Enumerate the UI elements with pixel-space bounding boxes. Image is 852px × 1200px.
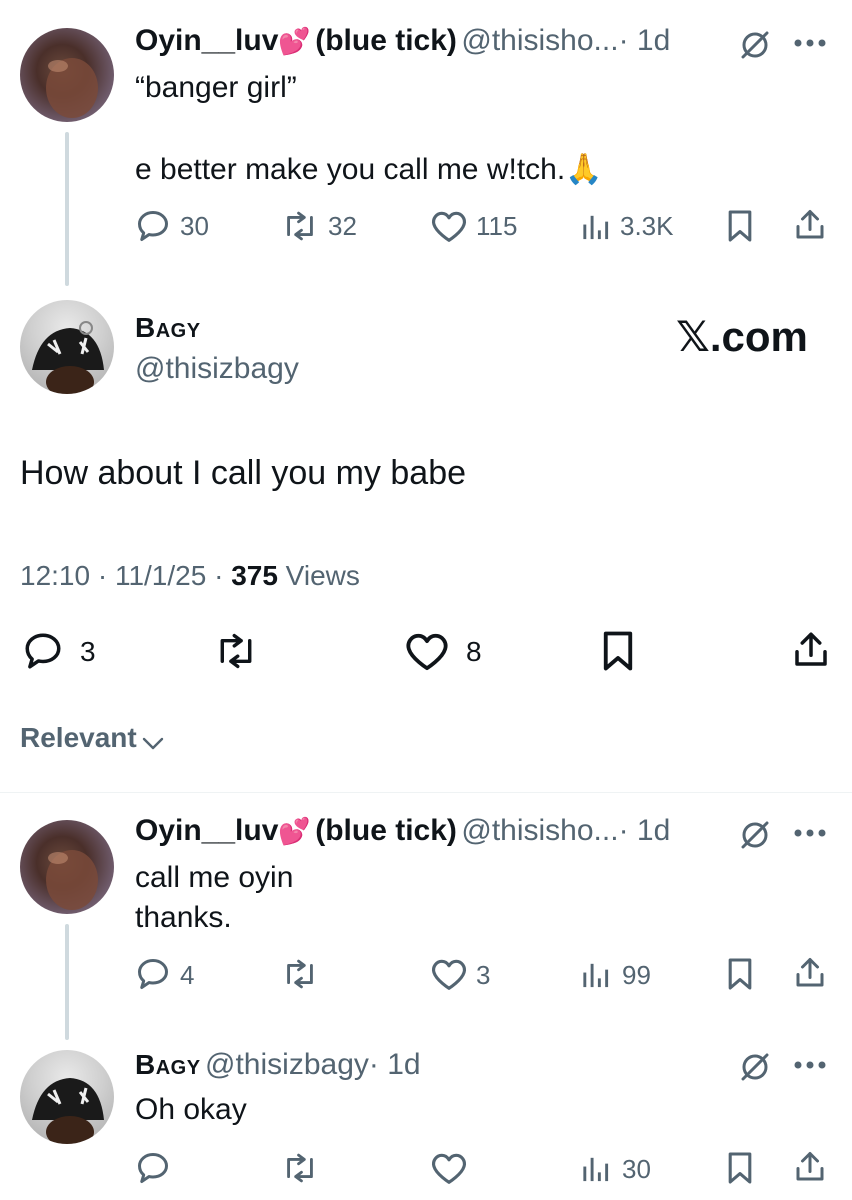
sort-dropdown[interactable]: Relevant: [20, 722, 165, 754]
view-count: 3.3K: [620, 211, 674, 241]
views-bar-icon[interactable]: [580, 210, 610, 242]
author-name[interactable]: Oyin__luv: [135, 814, 278, 847]
tweet-text: Oh okay: [135, 1093, 247, 1126]
share-icon[interactable]: [790, 628, 832, 672]
reply-icon[interactable]: [135, 208, 171, 244]
share-icon[interactable]: [792, 1148, 828, 1186]
author-name[interactable]: Bagy: [135, 312, 201, 344]
view-count: 99: [622, 960, 651, 990]
heart-emoji-icon: 💕: [278, 816, 311, 846]
tweet-time[interactable]: · 1d: [619, 24, 671, 57]
grok-icon[interactable]: [738, 28, 772, 62]
bookmark-icon[interactable]: [726, 956, 754, 992]
views-count: 375: [231, 560, 278, 591]
tweet-text-line-2: thanks.: [135, 901, 232, 934]
tweet-header: Oyin__luv💕 (blue tick) @thisisho...· 1d: [135, 814, 670, 854]
tweet-time[interactable]: · 1d: [619, 814, 671, 847]
reply-icon[interactable]: [20, 630, 66, 672]
like-heart-icon[interactable]: [430, 1150, 468, 1186]
like-heart-icon[interactable]: [404, 630, 450, 672]
author-handle[interactable]: @thisizbagy: [135, 352, 299, 386]
tweet-text: e better make you call me w!tch.: [135, 153, 566, 186]
retweet-icon[interactable]: [280, 956, 320, 992]
share-icon[interactable]: [792, 954, 828, 992]
tweet-header: Bagy @thisizbagy· 1d: [135, 1048, 421, 1082]
heart-emoji-icon: 💕: [278, 26, 311, 56]
like-heart-icon[interactable]: [430, 956, 468, 992]
author-name[interactable]: Oyin__luv: [135, 24, 278, 57]
sort-label: Relevant: [20, 722, 137, 753]
more-dots-icon[interactable]: [793, 828, 827, 838]
reply-count: 30: [180, 211, 209, 241]
views-label: Views: [277, 560, 360, 591]
avatar[interactable]: [20, 28, 114, 122]
author-name-suffix[interactable]: (blue tick): [315, 814, 457, 847]
author-handle[interactable]: @thisisho...: [461, 24, 618, 57]
tweet-timestamp: 12:10 · 11/1/25 · 375 Views: [20, 560, 360, 592]
grok-icon[interactable]: [738, 1050, 772, 1084]
timestamp-text[interactable]: 12:10 · 11/1/25 ·: [20, 560, 231, 591]
xcom-watermark: 𝕏.com: [676, 313, 808, 360]
avatar[interactable]: [20, 300, 114, 394]
retweet-icon[interactable]: [212, 630, 260, 672]
chevron-down-icon: [142, 737, 164, 749]
tweet-text-line-1: call me oyin: [135, 861, 294, 894]
tweet-time[interactable]: · 1d: [369, 1048, 421, 1081]
author-handle[interactable]: @thisisho...: [461, 814, 618, 847]
tweet-text-line-2: e better make you call me w!tch.🙏: [135, 150, 603, 190]
reply-icon[interactable]: [135, 1150, 171, 1186]
praying-hands-emoji-icon: 🙏: [565, 153, 603, 186]
author-name-suffix[interactable]: (blue tick): [315, 24, 457, 57]
like-heart-icon[interactable]: [430, 208, 468, 244]
thread-line: [65, 132, 69, 286]
more-dots-icon[interactable]: [793, 38, 827, 48]
views-bar-icon[interactable]: [580, 958, 610, 990]
thread-line: [65, 924, 69, 1040]
bookmark-icon[interactable]: [600, 630, 636, 672]
reply-count: 3: [80, 636, 96, 667]
like-count: 8: [466, 636, 482, 667]
bookmark-icon[interactable]: [726, 208, 754, 244]
more-dots-icon[interactable]: [793, 1060, 827, 1070]
author-name[interactable]: Bagy: [135, 1049, 201, 1080]
share-icon[interactable]: [792, 206, 828, 244]
tweet-header: Oyin__luv💕 (blue tick) @thisisho...· 1d: [135, 24, 670, 64]
retweet-count: 32: [328, 211, 357, 241]
reply-count: 4: [180, 960, 195, 990]
bookmark-icon[interactable]: [726, 1150, 754, 1186]
divider: [0, 792, 852, 793]
main-tweet-text: How about I call you my babe: [20, 454, 467, 492]
grok-icon[interactable]: [738, 818, 772, 852]
view-count: 30: [622, 1154, 651, 1184]
retweet-icon[interactable]: [280, 1150, 320, 1186]
avatar[interactable]: [20, 820, 114, 914]
tweet-text-line-1: “banger girl”: [135, 71, 297, 104]
retweet-icon[interactable]: [280, 208, 320, 244]
like-count: 3: [476, 960, 491, 990]
reply-icon[interactable]: [135, 956, 171, 992]
avatar[interactable]: [20, 1050, 114, 1144]
like-count: 115: [476, 211, 518, 241]
views-bar-icon[interactable]: [580, 1152, 610, 1184]
author-handle[interactable]: @thisizbagy: [205, 1048, 369, 1081]
